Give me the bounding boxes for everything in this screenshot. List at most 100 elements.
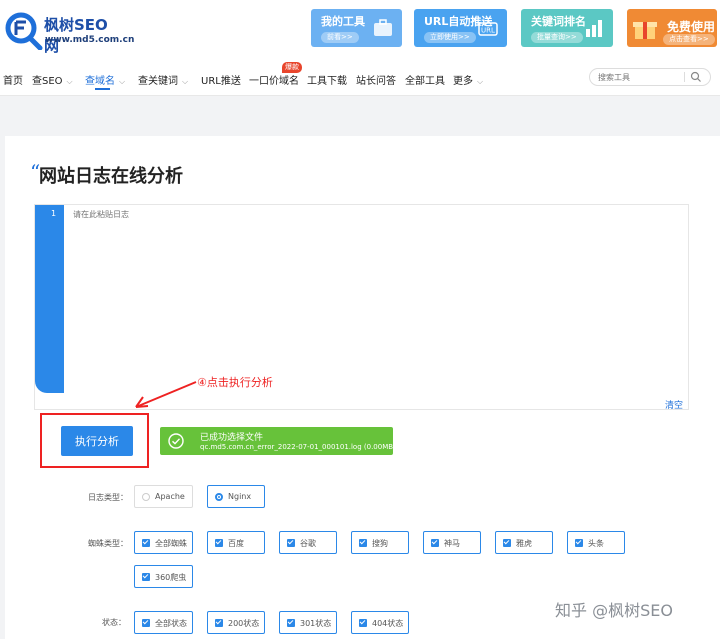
banner-link: 前看>>: [321, 32, 359, 43]
radio-icon: [215, 493, 223, 501]
nav-label: 全部工具: [405, 76, 445, 87]
logo-mark-icon: [5, 12, 43, 50]
nav-item-url-push[interactable]: URL推送: [201, 72, 241, 87]
execute-analysis-button[interactable]: 执行分析: [61, 426, 133, 456]
header: 枫树SEO网 www.md5.com.cn 我的工具 前看>> URL自动推送 …: [0, 0, 720, 62]
option-label: 搜狗: [372, 539, 388, 548]
svg-text:URL: URL: [481, 27, 495, 35]
nav-label: 工具下载: [307, 76, 347, 87]
status-200[interactable]: 200状态: [207, 611, 265, 634]
checkbox-icon: [359, 619, 367, 627]
chevron-down-icon: ⌵: [477, 77, 484, 86]
banner-keyword-rank[interactable]: 关键词排名 批量查询>>: [521, 9, 613, 47]
nav-item-seo[interactable]: 查SEO ⌵: [32, 72, 73, 87]
search-input[interactable]: [590, 69, 684, 85]
option-label: 谷歌: [300, 539, 316, 548]
banner-title: 免费使用: [667, 20, 716, 34]
step-annotation: ④点击执行分析: [197, 376, 273, 389]
main-nav: 首页 查SEO ⌵ 查域名 ⌵ 查关键词 ⌵ URL推送 一口价域名 工具下载 站长问…: [0, 62, 720, 96]
spider-type-label: 蜘蛛类型：: [88, 539, 128, 548]
option-label: 神马: [444, 539, 460, 548]
chevron-down-icon: ⌵: [182, 77, 189, 86]
option-label: 雅虎: [516, 539, 532, 548]
checkbox-icon: [503, 539, 511, 547]
option-label: 头条: [588, 539, 604, 548]
checkbox-icon: [359, 539, 367, 547]
chevron-down-icon: ⌵: [66, 77, 73, 86]
logo[interactable]: 枫树SEO网 www.md5.com.cn: [4, 8, 134, 55]
spider-toutiao[interactable]: 头条: [567, 531, 625, 554]
nav-item-downloads[interactable]: 工具下载: [307, 72, 347, 87]
gift-icon: [633, 22, 657, 39]
spider-shenma[interactable]: 神马: [423, 531, 481, 554]
banner-url-push[interactable]: URL自动推送 立即使用>> URL: [414, 9, 507, 47]
editor-gutter: 1: [35, 205, 64, 393]
nav-label: 查域名: [85, 76, 115, 87]
log-type-label: 日志类型：: [88, 493, 128, 502]
nav-item-home[interactable]: 首页: [3, 72, 23, 87]
checkbox-icon: [215, 539, 223, 547]
active-nav-indicator: [95, 88, 110, 90]
search-icon[interactable]: [690, 71, 702, 83]
checkbox-icon: [142, 619, 150, 627]
nav-item-all-tools[interactable]: 全部工具: [405, 72, 445, 87]
checkbox-icon: [575, 539, 583, 547]
bar-chart-icon: [586, 20, 602, 37]
banner-title: 关键词排名: [531, 15, 586, 28]
banner-link: 立即使用>>: [424, 32, 476, 43]
option-label: Nginx: [228, 492, 252, 501]
chevron-down-icon: ⌵: [119, 77, 126, 86]
log-type-nginx[interactable]: Nginx: [207, 485, 265, 508]
option-label: 百度: [228, 539, 244, 548]
option-label: 全部蜘蛛: [155, 539, 187, 548]
status-404[interactable]: 404状态: [351, 611, 409, 634]
spider-360[interactable]: 360爬虫: [134, 565, 193, 588]
spider-baidu[interactable]: 百度: [207, 531, 265, 554]
toolbox-icon: [374, 19, 392, 36]
nav-label: 一口价域名: [249, 76, 299, 87]
nav-label: 站长问答: [356, 76, 396, 87]
spider-yahoo[interactable]: 雅虎: [495, 531, 553, 554]
page-title: 网站日志在线分析: [39, 166, 183, 187]
watermark: 知乎 @枫树SEO: [555, 601, 673, 620]
nav-item-keyword[interactable]: 查关键词 ⌵: [138, 72, 188, 87]
nav-label: 首页: [3, 76, 23, 87]
check-circle-icon: [168, 433, 184, 449]
banner-free-use[interactable]: 免费使用 点击查看>>: [627, 9, 717, 47]
nav-label: 查SEO: [32, 76, 63, 87]
nav-item-fixed-price-domain[interactable]: 一口价域名: [249, 72, 299, 87]
spider-sogou[interactable]: 搜狗: [351, 531, 409, 554]
banner-my-tools[interactable]: 我的工具 前看>>: [311, 9, 402, 47]
nav-label: 更多: [453, 76, 473, 87]
banner-link: 批量查询>>: [531, 32, 583, 43]
logo-url: www.md5.com.cn: [45, 35, 135, 45]
nav-item-domain[interactable]: 查域名 ⌵: [85, 72, 125, 87]
nav-label: URL推送: [201, 76, 241, 87]
file-status-title: 已成功选择文件: [200, 433, 264, 443]
option-label: 301状态: [300, 619, 332, 628]
file-status: 已成功选择文件 qc.md5.com.cn_error_2022-07-01_0…: [160, 427, 396, 455]
clear-button[interactable]: 清空: [665, 398, 683, 411]
nav-item-more[interactable]: 更多 ⌵: [453, 72, 483, 87]
banner-title: 我的工具: [321, 15, 365, 28]
status-label: 状态：: [102, 618, 126, 627]
checkbox-icon: [431, 539, 439, 547]
nav-item-qa[interactable]: 站长问答: [356, 72, 396, 87]
status-301[interactable]: 301状态: [279, 611, 337, 634]
checkbox-icon: [215, 619, 223, 627]
nav-label: 查关键词: [138, 76, 178, 87]
option-label: 全部状态: [155, 619, 187, 628]
spider-all[interactable]: 全部蜘蛛: [134, 531, 193, 554]
page: 枫树SEO网 www.md5.com.cn 我的工具 前看>> URL自动推送 …: [0, 0, 720, 639]
banner-link: 点击查看>>: [663, 34, 715, 45]
annotation-arrow-icon: [135, 381, 197, 408]
log-type-apache[interactable]: Apache: [134, 485, 193, 508]
option-label: 200状态: [228, 619, 260, 628]
checkbox-icon: [142, 573, 150, 581]
option-label: 404状态: [372, 619, 404, 628]
spider-google[interactable]: 谷歌: [279, 531, 337, 554]
status-all[interactable]: 全部状态: [134, 611, 193, 634]
option-label: Apache: [155, 492, 185, 501]
search-box: [589, 68, 711, 86]
log-textarea[interactable]: [65, 205, 688, 395]
